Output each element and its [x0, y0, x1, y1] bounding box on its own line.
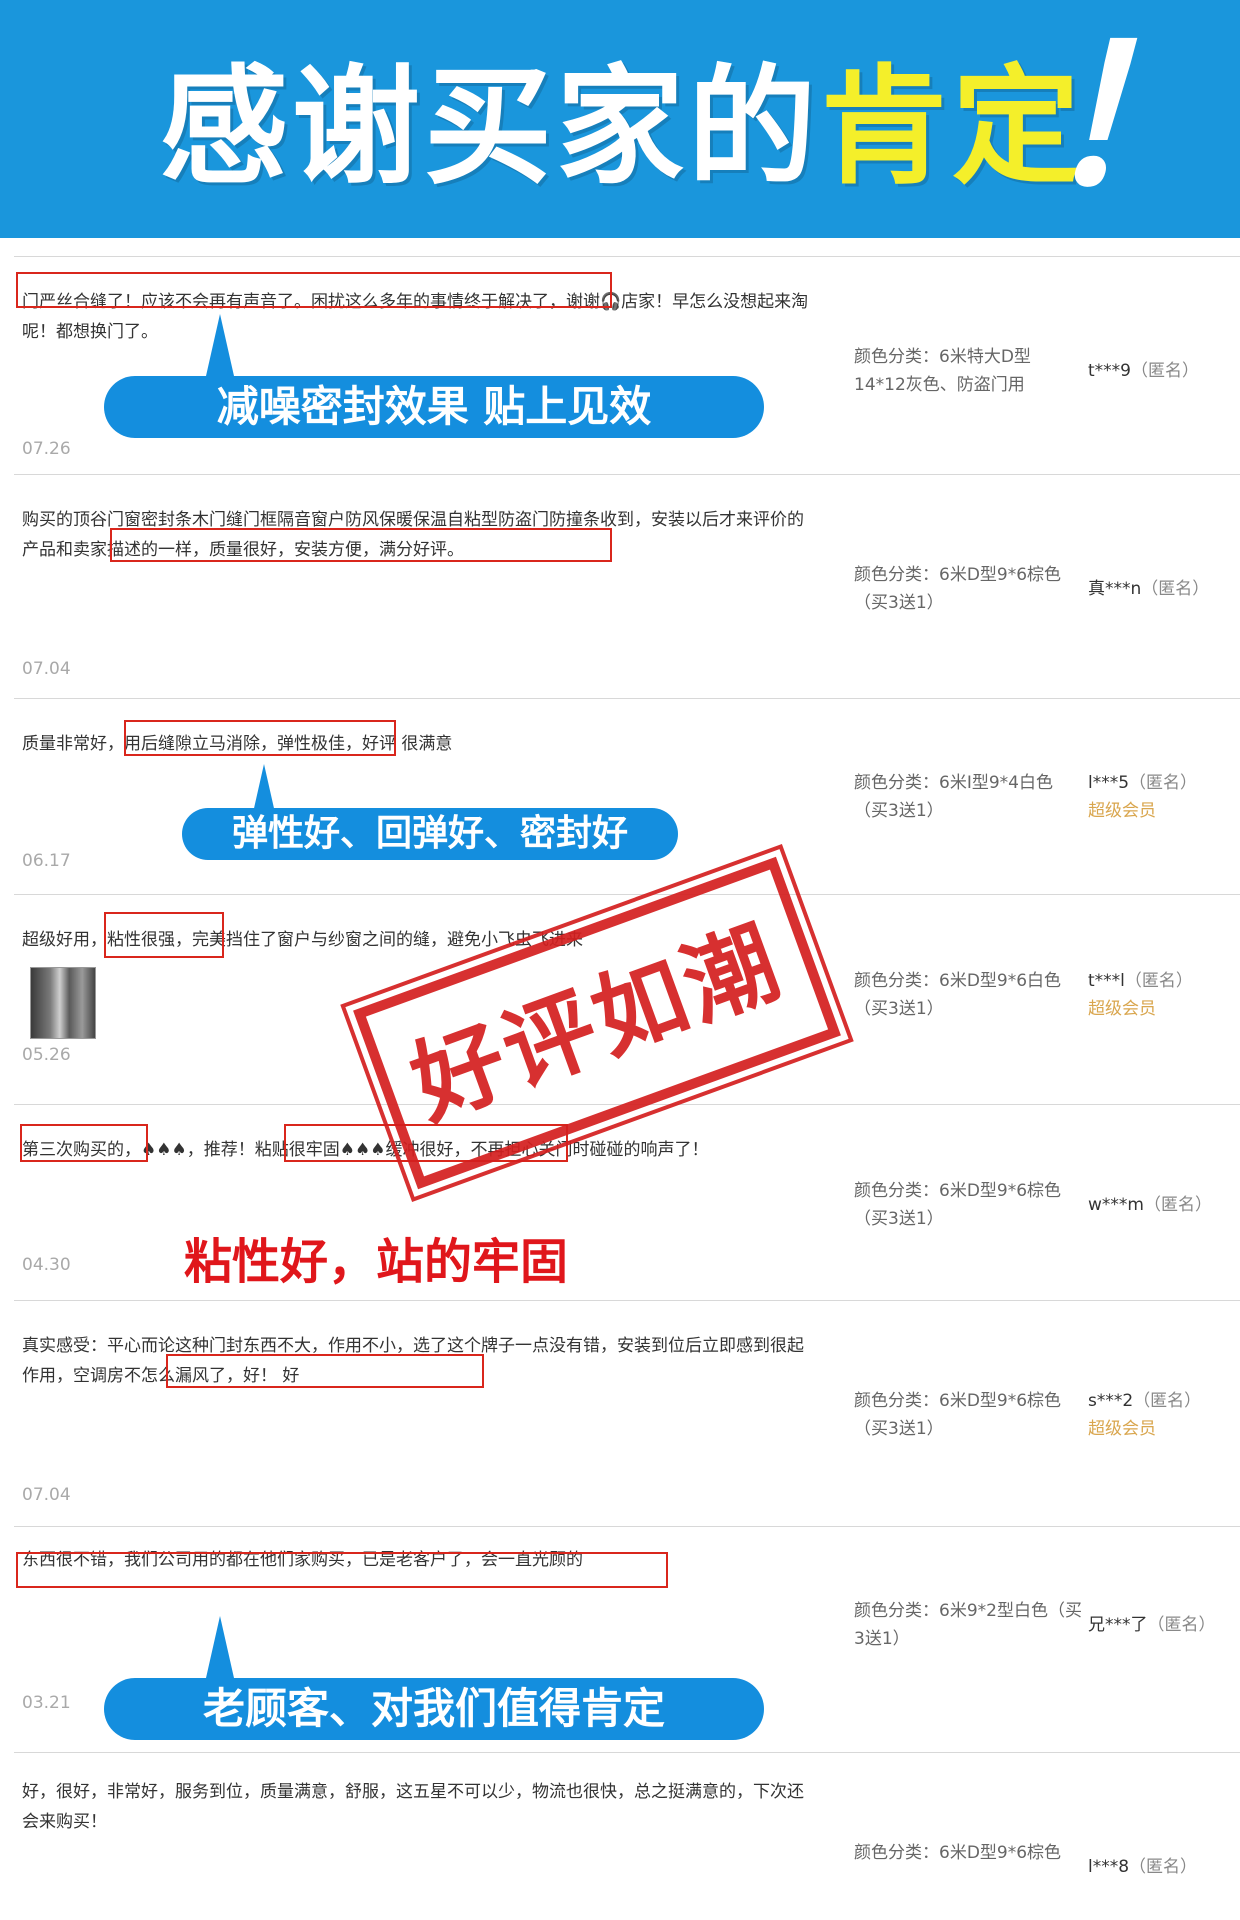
- review-date: 05.26: [22, 1045, 71, 1065]
- review-spec: 颜色分类：6米D型9*6棕色: [854, 1843, 1062, 1863]
- highlight-box: [166, 1354, 484, 1388]
- callout-pointer: [206, 1616, 234, 1678]
- banner-exclamation: ！: [1040, 5, 1231, 228]
- review-item: 购买的顶谷门窗密封条木门缝门框隔音窗户防风保暖保温自粘型防盗门防撞条收到，安装以…: [14, 474, 1240, 698]
- review-user: l***5（匿名） 超级会员: [1088, 769, 1197, 825]
- review-user: 真***n（匿名）: [1088, 575, 1209, 603]
- review-user: t***l（匿名） 超级会员: [1088, 967, 1193, 1023]
- user-name: 真***n: [1088, 579, 1142, 599]
- highlight-box: [16, 1552, 668, 1588]
- banner-title-main: 感谢买家的: [160, 52, 821, 202]
- vip-badge: 超级会员: [1088, 999, 1156, 1019]
- review-spec: 颜色分类：6米D型9*6棕色（买3送1）: [854, 1181, 1062, 1229]
- anonymous-label: （匿名）: [1129, 1857, 1198, 1877]
- highlight-box: [124, 720, 396, 756]
- user-name: t***9: [1088, 361, 1131, 381]
- review-text: 好，很好，非常好，服务到位，质量满意，舒服，这五星不可以少，物流也很快，总之挺满…: [22, 1782, 804, 1832]
- review-spec: 颜色分类：6米D型9*6棕色（买3送1）: [854, 1391, 1062, 1439]
- review-date: 07.04: [22, 1485, 71, 1505]
- vip-badge: 超级会员: [1088, 1419, 1156, 1439]
- review-spec: 颜色分类：6米D型9*6白色（买3送1）: [854, 971, 1062, 1019]
- review-spec: 颜色分类：6米9*2型白色（买3送1）: [854, 1601, 1082, 1649]
- review-date: 04.30: [22, 1255, 71, 1275]
- anonymous-label: （匿名）: [1143, 1195, 1212, 1215]
- review-spec: 颜色分类：6米特大D型 14*12灰色、防盗门用: [854, 347, 1031, 395]
- anonymous-label: （匿名）: [1147, 1615, 1216, 1635]
- callout-banner: 弹性好、回弹好、密封好: [182, 808, 678, 860]
- callout-banner: 老顾客、对我们值得肯定: [104, 1678, 764, 1740]
- review-spec: 颜色分类：6米I型9*4白色（买3送1）: [854, 773, 1053, 821]
- review-user: w***m（匿名）: [1088, 1191, 1212, 1219]
- anonymous-label: （匿名）: [1141, 579, 1210, 599]
- highlight-box: [110, 528, 612, 562]
- red-caption: 粘性好，站的牢固: [184, 1234, 569, 1290]
- review-date: 07.26: [22, 439, 71, 459]
- user-name: w***m: [1088, 1195, 1144, 1215]
- user-name: l***5: [1088, 773, 1130, 793]
- review-photo-thumbnail[interactable]: [30, 967, 96, 1039]
- review-date: 03.21: [22, 1693, 71, 1713]
- header-banner: 感谢买家的肯定 ！: [0, 0, 1240, 238]
- highlight-box: [16, 272, 612, 308]
- review-user: s***2（匿名） 超级会员: [1088, 1387, 1201, 1443]
- highlight-box: [20, 1124, 148, 1162]
- review-date: 07.04: [22, 659, 71, 679]
- highlight-box: [104, 912, 224, 958]
- review-date: 06.17: [22, 851, 71, 871]
- anonymous-label: （匿名）: [1133, 1391, 1202, 1411]
- vip-badge: 超级会员: [1088, 801, 1156, 821]
- review-item: 真实感受：平心而论这种门封东西不大，作用不小，选了这个牌子一点没有错，安装到位后…: [14, 1300, 1240, 1526]
- review-user: t***9（匿名）: [1088, 357, 1199, 385]
- callout-pointer: [206, 314, 234, 376]
- review-user: l***8（匿名）: [1088, 1853, 1197, 1881]
- user-name: t***l: [1088, 971, 1125, 991]
- user-name: s***2: [1088, 1391, 1134, 1411]
- review-user: 兄***了（匿名）: [1088, 1611, 1216, 1639]
- user-name: l***8: [1088, 1857, 1130, 1877]
- user-name: 兄***了: [1088, 1615, 1148, 1635]
- banner-title: 感谢买家的肯定: [160, 52, 1084, 202]
- review-item: 好，很好，非常好，服务到位，质量满意，舒服，这五星不可以少，物流也很快，总之挺满…: [14, 1752, 1240, 1920]
- anonymous-label: （匿名）: [1124, 971, 1193, 991]
- review-spec: 颜色分类：6米D型9*6棕色（买3送1）: [854, 565, 1062, 613]
- callout-banner: 减噪密封效果 贴上见效: [104, 376, 764, 438]
- anonymous-label: （匿名）: [1130, 361, 1199, 381]
- anonymous-label: （匿名）: [1129, 773, 1198, 793]
